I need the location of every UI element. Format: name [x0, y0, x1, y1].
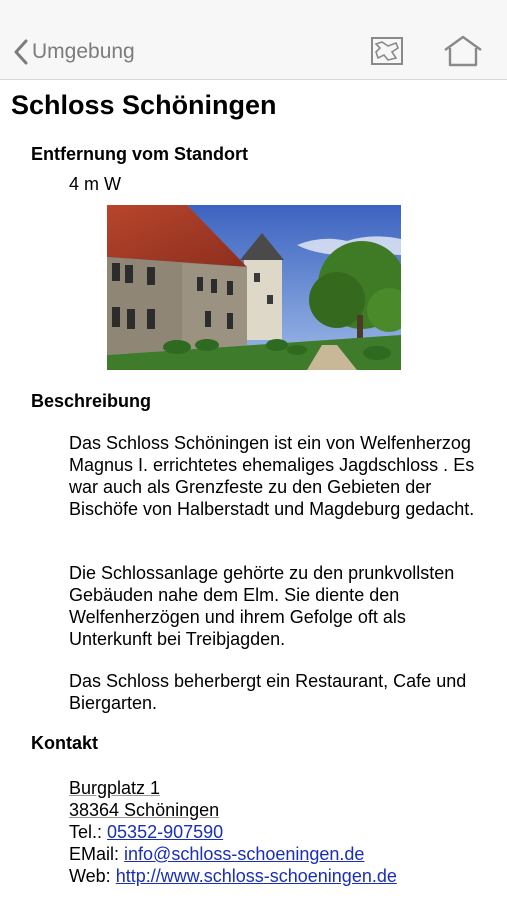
- web-label: Web:: [69, 866, 111, 886]
- phone-label: Tel.:: [69, 822, 103, 842]
- address-street[interactable]: Burgplatz 1: [69, 777, 160, 799]
- web-row: Web: http://www.schloss-schoeningen.de: [69, 865, 397, 887]
- castle-photo: [107, 205, 401, 370]
- chevron-left-icon: [14, 39, 28, 65]
- page-title: Schloss Schöningen: [11, 90, 277, 120]
- back-label: Umgebung: [32, 40, 135, 63]
- web-link[interactable]: http://www.schloss-schoeningen.de: [116, 866, 397, 886]
- back-button[interactable]: Umgebung: [14, 36, 135, 68]
- distance-heading: Entfernung vom Standort: [31, 144, 248, 164]
- description-paragraph: Das Schloss beherbergt ein Restaurant, C…: [69, 671, 467, 713]
- home-icon[interactable]: [443, 34, 483, 68]
- email-link[interactable]: info@schloss-schoeningen.de: [124, 844, 364, 864]
- address-city-link[interactable]: 38364 Schöningen: [69, 800, 219, 820]
- map-icon[interactable]: [370, 36, 404, 66]
- email-label: EMail:: [69, 844, 120, 864]
- address-street-link[interactable]: Burgplatz 1: [69, 778, 160, 798]
- description-paragraph: Das Schloss Schöningen ist ein von Welfe…: [69, 433, 475, 519]
- description-heading: Beschreibung: [31, 391, 152, 411]
- phone-link[interactable]: 05352-907590: [107, 822, 223, 842]
- phone-row: Tel.: 05352-907590: [69, 821, 223, 843]
- distance-value: 4 m W: [69, 174, 121, 194]
- description-paragraph: Die Schlossanlage gehörte zu den prunkvo…: [69, 563, 455, 649]
- navigation-bar: Umgebung: [0, 0, 507, 80]
- address-city[interactable]: 38364 Schöningen: [69, 799, 219, 821]
- email-row: EMail: info@schloss-schoeningen.de: [69, 843, 364, 865]
- contact-heading: Kontakt: [31, 733, 98, 753]
